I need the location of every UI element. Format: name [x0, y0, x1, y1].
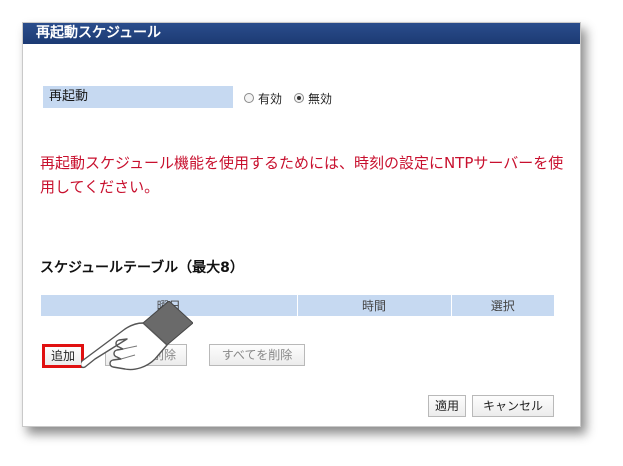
radio-disable-label[interactable]: 無効: [308, 90, 332, 107]
radio-disable-circle[interactable]: [294, 93, 305, 103]
apply-button[interactable]: 適用: [428, 395, 466, 417]
radio-enable[interactable]: 有効: [244, 90, 282, 107]
reboot-label: 再起動: [43, 86, 233, 108]
reboot-radio-group: 有効 無効: [244, 88, 344, 108]
column-header-day: 曜日: [41, 295, 298, 316]
schedule-table: 曜日 時間 選択: [41, 295, 554, 316]
add-button[interactable]: 追加: [42, 344, 84, 368]
column-header-time: 時間: [297, 295, 452, 316]
delete-all-button[interactable]: すべてを削除: [209, 344, 305, 366]
panel-title: 再起動スケジュール: [23, 23, 580, 44]
schedule-table-title: スケジュールテーブル（最大8）: [40, 260, 244, 276]
radio-enable-label[interactable]: 有効: [258, 90, 282, 107]
radio-disable[interactable]: 無効: [294, 90, 332, 107]
ntp-warning-message: 再起動スケジュール機能を使用するためには、時刻の設定にNTPサーバーを使用してく…: [40, 154, 564, 196]
schedule-table-header-row: 曜日 時間 選択: [41, 295, 554, 316]
delete-selected-button[interactable]: 選択を削除: [105, 344, 187, 366]
cancel-button[interactable]: キャンセル: [472, 395, 554, 417]
reboot-schedule-panel: 再起動スケジュール 再起動 有効 無効 再起動スケジュール機能を使用するためには…: [22, 22, 581, 427]
column-header-select: 選択: [451, 295, 554, 316]
radio-enable-circle[interactable]: [244, 93, 254, 103]
